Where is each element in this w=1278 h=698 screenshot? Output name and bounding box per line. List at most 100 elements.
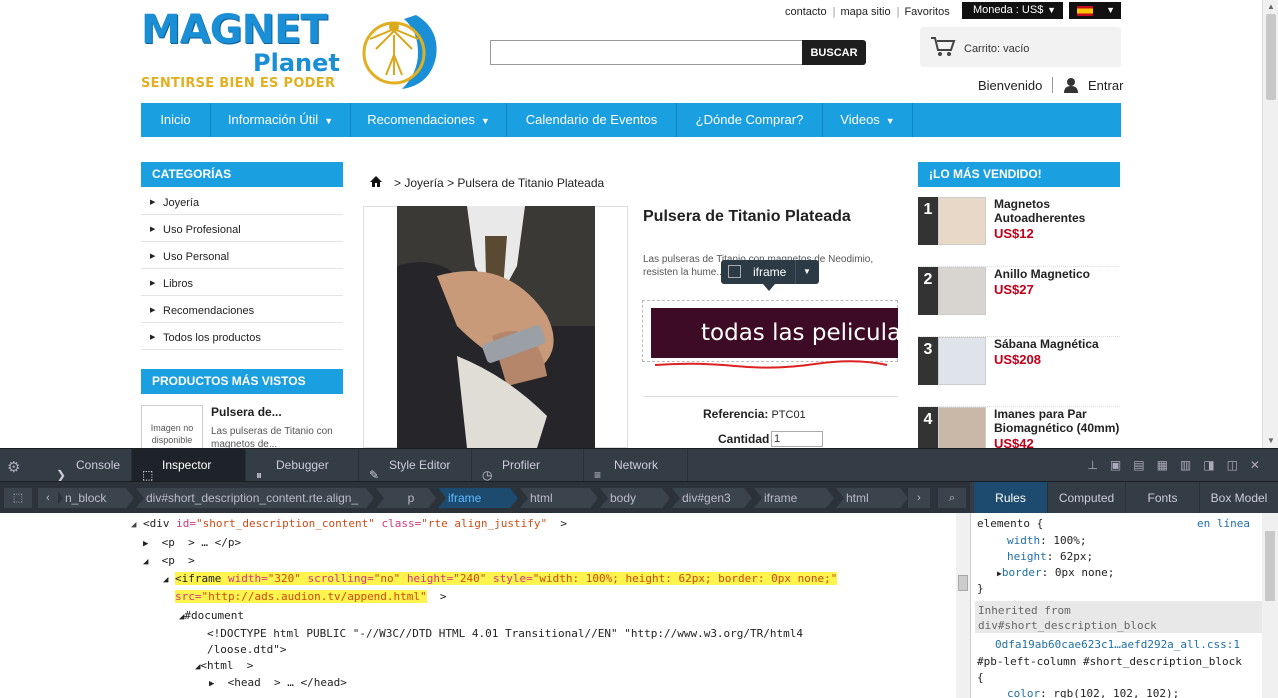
crumb[interactable]: body	[600, 488, 670, 508]
contact-link[interactable]: contacto	[785, 6, 827, 18]
crumb[interactable]: div#short_description_content.rte.align_	[136, 488, 374, 508]
product-name[interactable]: Sábana Magnética	[994, 337, 1122, 351]
devtools-window-icons[interactable]: ⊥▣▤▦▥◨◫✕	[1087, 458, 1272, 472]
scroll-down-icon[interactable]: ▼	[1267, 436, 1275, 445]
markup-scrollbar[interactable]	[956, 513, 970, 698]
markup-line[interactable]: ◢<html >	[195, 658, 253, 675]
markup-line-selected[interactable]: ◢ <iframe width="320" scrolling="no" hei…	[163, 571, 838, 588]
chevron-left-icon[interactable]: ‹	[38, 488, 58, 508]
rule-declaration[interactable]: color: rgb(102, 102, 102);	[1007, 685, 1179, 698]
scrollbar-thumb[interactable]	[1266, 14, 1276, 100]
crumb[interactable]: n_block	[55, 488, 134, 508]
product-name[interactable]: Magnetos Autoadherentes	[994, 197, 1122, 225]
quantity-input[interactable]: 1	[771, 431, 823, 447]
nav-item-videos[interactable]: Videos ▼	[823, 103, 913, 137]
nav-item-calendario[interactable]: Calendario de Eventos	[507, 103, 677, 137]
tab-debugger[interactable]: ⏸ Debugger	[246, 449, 359, 482]
category-item[interactable]: ▶ Joyería	[141, 188, 343, 215]
category-item[interactable]: ▶ Todos los productos	[141, 323, 343, 350]
logo-magnet[interactable]: MAGNET	[141, 10, 328, 50]
search-button[interactable]: BUSCAR	[802, 40, 866, 65]
crumb[interactable]: div#gen3	[672, 488, 752, 508]
product-name[interactable]: Imanes para Par Biomagnético (40mm)	[994, 407, 1120, 435]
inspector-iframe-tooltip[interactable]: iframe ▼	[721, 260, 819, 291]
language-selector[interactable]: ▼	[1069, 2, 1121, 19]
markup-line[interactable]: ◢#document	[179, 608, 244, 625]
chevron-right-icon[interactable]: ›	[908, 488, 930, 508]
crumb[interactable]: html	[520, 488, 598, 508]
rule-declaration[interactable]: width: 100%;	[1007, 532, 1087, 549]
tab-profiler[interactable]: ◷ Profiler	[472, 449, 584, 482]
twisty-closed-icon[interactable]: ▶	[209, 679, 214, 689]
logo-planet[interactable]: Planet	[253, 50, 340, 76]
sitemap-link[interactable]: mapa sitio	[840, 6, 890, 18]
tab-box-model[interactable]: Box Model	[1200, 482, 1278, 514]
category-item[interactable]: ▶ Libros	[141, 269, 343, 296]
product-name[interactable]: Anillo Magnetico	[994, 267, 1122, 281]
category-item[interactable]: ▶ Uso Personal	[141, 242, 343, 269]
tab-style-editor[interactable]: ✎ Style Editor	[359, 449, 472, 482]
rule-source-link[interactable]: 0dfa19ab60cae623c1…aefd292a_all.css:1	[995, 636, 1240, 653]
rule-declaration[interactable]: height: 62px;	[1007, 548, 1093, 565]
search-icon[interactable]: ⌕	[938, 488, 966, 508]
twisty-open-icon[interactable]: ◢	[143, 557, 148, 567]
product-thumbnail[interactable]	[938, 337, 986, 385]
rule-declaration[interactable]: ▶border: 0px none;	[997, 564, 1114, 582]
bestseller-item[interactable]: 4 Imanes para Par Biomagnético (40mm) US…	[918, 407, 1120, 448]
crumb[interactable]: iframe	[754, 488, 834, 508]
currency-selector[interactable]: Moneda : US$ ▼	[962, 2, 1063, 19]
tab-network[interactable]: ≡ Network	[584, 449, 688, 482]
category-item[interactable]: ▶ Recomendaciones	[141, 296, 343, 323]
favorites-link[interactable]: Favoritos	[904, 6, 949, 18]
cursor-icon	[728, 265, 741, 278]
inherited-element[interactable]: div#short_description_block	[978, 618, 1264, 633]
ad-banner[interactable]: todas las pelicula	[651, 308, 898, 358]
search-input[interactable]	[490, 40, 803, 65]
markup-line-selected[interactable]: src="http://ads.audion.tv/append.html" >	[175, 589, 447, 605]
most-viewed-product-name[interactable]: Pulsera de...	[211, 405, 282, 419]
markup-line[interactable]: ◢ <div id="short_description_content" cl…	[131, 516, 567, 533]
tab-inspector[interactable]: ⬚ Inspector	[132, 449, 246, 482]
nav-item-recomendaciones[interactable]: Recomendaciones ▼	[351, 103, 507, 137]
markup-line[interactable]: ▶ <p > … </p>	[143, 535, 241, 552]
nav-item-informacion[interactable]: Información Útil ▼	[211, 103, 351, 137]
tab-console[interactable]: ❯ Console	[46, 449, 132, 482]
crumb[interactable]: html	[836, 488, 908, 508]
home-icon[interactable]	[370, 176, 382, 187]
bestseller-item[interactable]: 3 Sábana Magnética US$208	[918, 337, 1120, 407]
product-photo[interactable]	[397, 206, 595, 448]
tab-rules[interactable]: Rules	[974, 482, 1048, 514]
scrollbar-thumb[interactable]	[958, 575, 968, 591]
markup-line[interactable]: ▶ <head > … </head>	[209, 675, 347, 692]
nav-item-inicio[interactable]: Inicio	[141, 103, 211, 137]
breadcrumb-link[interactable]: Joyería	[404, 176, 443, 190]
nav-item-donde-comprar[interactable]: ¿Dónde Comprar?	[677, 103, 823, 137]
product-thumbnail[interactable]	[938, 197, 986, 245]
page-scrollbar[interactable]: ▲ ▼	[1262, 0, 1278, 448]
rules-scrollbar[interactable]	[1262, 513, 1278, 698]
crumb[interactable]: p	[376, 488, 436, 508]
caret-down-icon[interactable]: ▼	[803, 267, 811, 276]
twisty-open-icon[interactable]: ◢	[163, 575, 168, 585]
rule-close: }	[977, 582, 984, 595]
product-thumbnail[interactable]	[938, 407, 986, 448]
tab-computed[interactable]: Computed	[1048, 482, 1126, 514]
markup-line[interactable]: ◢ <p >	[143, 553, 195, 570]
category-item[interactable]: ▶ Uso Profesional	[141, 215, 343, 242]
twisty-closed-icon[interactable]: ▶	[143, 539, 148, 549]
divider	[643, 396, 898, 397]
product-thumbnail[interactable]	[938, 267, 986, 315]
product-image-placeholder[interactable]: Imagen no disponible	[141, 405, 203, 450]
crumb-active[interactable]: iframe	[438, 488, 518, 508]
gear-icon[interactable]: ⚙	[7, 458, 20, 476]
markup-line[interactable]: <!DOCTYPE html PUBLIC "-//W3C//DTD HTML …	[207, 626, 803, 642]
bestseller-item[interactable]: 1 Magnetos Autoadherentes US$12	[918, 197, 1120, 267]
cart-box[interactable]: Carrito: vacío	[920, 27, 1121, 67]
bestseller-item[interactable]: 2 Anillo Magnetico US$27	[918, 267, 1120, 337]
rule-source-link[interactable]: en línea	[1197, 515, 1250, 532]
scroll-up-icon[interactable]: ▲	[1267, 2, 1275, 11]
tab-fonts[interactable]: Fonts	[1126, 482, 1200, 514]
login-link[interactable]: Entrar	[1088, 78, 1123, 93]
scrollbar-thumb[interactable]	[1265, 531, 1275, 601]
element-picker-icon[interactable]: ⬚	[4, 488, 32, 508]
